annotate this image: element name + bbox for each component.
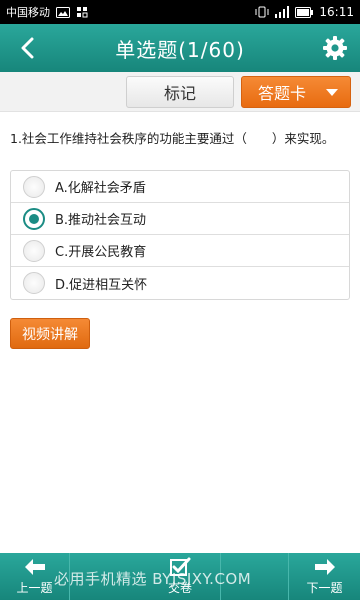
radio-button-selected[interactable] xyxy=(23,207,45,230)
page-title: 单选题(1/60) xyxy=(115,37,245,62)
dropdown-caret-icon xyxy=(326,89,338,96)
option-label: B.推动社会互动 xyxy=(55,213,147,228)
left-arrow-icon xyxy=(24,559,45,575)
option-c[interactable]: C.开展公民教育 xyxy=(11,235,349,267)
signal-icon xyxy=(275,6,290,18)
previous-label: 上一题 xyxy=(16,581,53,595)
next-question-button[interactable]: 下一题 xyxy=(288,553,360,600)
carrier-name: 中国移动 xyxy=(6,6,50,19)
settings-button[interactable] xyxy=(320,33,350,63)
previous-question-button[interactable]: 上一题 xyxy=(0,553,70,600)
option-d[interactable]: D.促进相互关怀 xyxy=(11,267,349,299)
app-notification-icon xyxy=(76,6,88,18)
option-a[interactable]: A.化解社会矛盾 xyxy=(11,171,349,203)
question-text: 1.社会工作维持社会秩序的功能主要通过（ ）来实现。 xyxy=(10,131,335,146)
battery-icon xyxy=(295,6,314,18)
option-label: D.促进相互关怀 xyxy=(55,277,148,293)
back-arrow-icon xyxy=(21,37,34,59)
submit-label: 交卷 xyxy=(167,581,192,595)
image-notification-icon xyxy=(56,6,70,18)
back-button[interactable] xyxy=(12,32,42,64)
option-label: C.开展公民教育 xyxy=(55,245,147,260)
radio-button[interactable] xyxy=(23,175,45,198)
radio-button[interactable] xyxy=(23,239,45,262)
answer-card-label: 答题卡 xyxy=(258,84,307,103)
divider xyxy=(220,553,221,600)
bottom-navigation: 上一题 交卷 下一题 xyxy=(0,553,360,600)
gear-icon xyxy=(323,36,347,60)
status-time: 16:11 xyxy=(319,5,354,19)
mark-button[interactable]: 标记 xyxy=(126,76,234,108)
video-explanation-button[interactable]: 视频讲解 xyxy=(10,318,90,349)
option-label: A.化解社会矛盾 xyxy=(55,181,146,196)
submit-exam-button[interactable]: 交卷 xyxy=(140,553,220,600)
option-b[interactable]: B.推动社会互动 xyxy=(11,203,349,235)
checkbox-icon xyxy=(170,557,191,576)
next-label: 下一题 xyxy=(306,581,343,595)
app-header: 单选题(1/60) xyxy=(0,24,360,72)
right-arrow-icon xyxy=(314,559,335,575)
status-bar: 中国移动 16:11 xyxy=(0,0,360,24)
answer-card-button[interactable]: 答题卡 xyxy=(241,76,351,108)
toolbar: 标记 答题卡 xyxy=(0,72,360,112)
radio-button[interactable] xyxy=(23,272,45,294)
vibrate-icon xyxy=(255,6,269,18)
answer-options: A.化解社会矛盾 B.推动社会互动 C.开展公民教育 D.促进相互关怀 xyxy=(10,170,350,300)
